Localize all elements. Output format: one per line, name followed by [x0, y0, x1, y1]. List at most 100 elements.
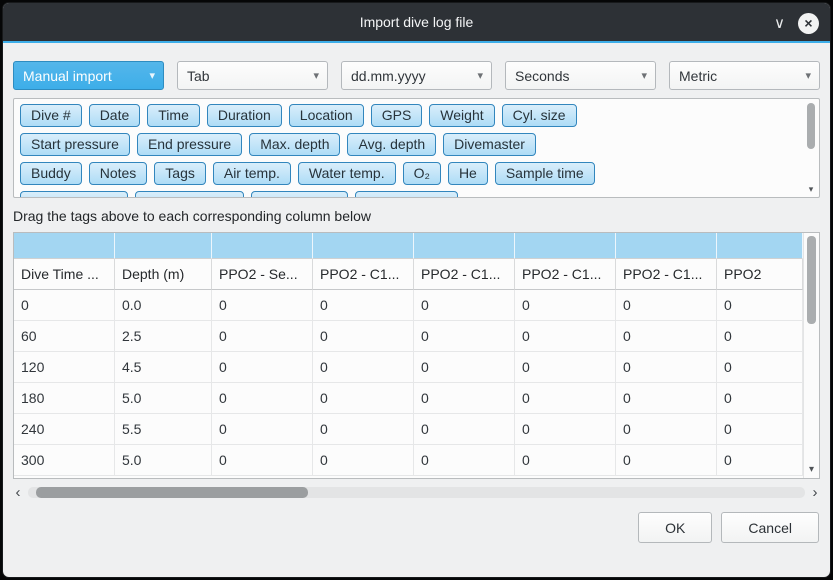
drag-tag[interactable]: Dive #	[20, 104, 82, 127]
drag-tag[interactable]: Location	[289, 104, 364, 127]
titlebar[interactable]: Import dive log file ∨ ×	[3, 3, 830, 43]
ok-button[interactable]: OK	[638, 512, 712, 543]
drag-tag[interactable]: Sample depth	[20, 191, 128, 198]
table-cell: 0	[717, 414, 803, 445]
column-drop-target[interactable]	[515, 233, 616, 259]
table-cell: 0	[515, 321, 616, 352]
table-cell: 0	[414, 414, 515, 445]
chevron-down-icon: ▾	[641, 69, 647, 82]
column-header[interactable]: PPO2	[717, 259, 803, 290]
table-cell: 0	[414, 321, 515, 352]
drag-tag[interactable]: Sample CNS	[355, 191, 458, 198]
tag-area-scrollbar[interactable]: ▾	[805, 101, 817, 195]
scrollbar-thumb[interactable]	[36, 487, 308, 498]
drag-tag[interactable]: Buddy	[20, 162, 82, 185]
drag-tag[interactable]: Avg. depth	[347, 133, 436, 156]
drag-tag[interactable]: Sample time	[495, 162, 595, 185]
table-body: 00.0000000602.50000001204.50000001805.00…	[14, 290, 803, 476]
drag-tag[interactable]: Date	[89, 104, 141, 127]
column-drop-target[interactable]	[717, 233, 803, 259]
cancel-button[interactable]: Cancel	[721, 512, 819, 543]
drag-tag[interactable]: GPS	[371, 104, 423, 127]
table-cell: 0	[717, 290, 803, 321]
table-cell: 0	[616, 290, 717, 321]
table-row: 00.0000000	[14, 290, 803, 321]
drag-tag[interactable]: Time	[147, 104, 200, 127]
drag-tag[interactable]: Tags	[154, 162, 206, 185]
table-row: 1204.5000000	[14, 352, 803, 383]
column-header[interactable]: Dive Time ...	[14, 259, 115, 290]
scroll-down-icon[interactable]: ▾	[805, 184, 817, 195]
table-cell: 5.0	[115, 383, 212, 414]
drag-tag[interactable]: Notes	[89, 162, 148, 185]
table-cell: 0	[212, 352, 313, 383]
combo-import-mode[interactable]: Manual import▾	[13, 61, 164, 90]
table-cell: 0	[313, 414, 414, 445]
column-header[interactable]: PPO2 - C1...	[313, 259, 414, 290]
table-row: 3005.0000000	[14, 445, 803, 476]
column-header[interactable]: PPO2 - C1...	[414, 259, 515, 290]
drag-tag[interactable]: End pressure	[137, 133, 242, 156]
column-drop-target[interactable]	[14, 233, 115, 259]
combo-date-format[interactable]: dd.mm.yyyy▾	[341, 61, 492, 90]
column-drop-target[interactable]	[115, 233, 212, 259]
column-drop-target[interactable]	[616, 233, 717, 259]
table-cell: 0	[515, 445, 616, 476]
column-drop-target[interactable]	[212, 233, 313, 259]
drag-tag[interactable]: Water temp.	[298, 162, 396, 185]
combo-duration-format[interactable]: Seconds▾	[505, 61, 656, 90]
drag-tag[interactable]: Sample pO₂	[251, 191, 348, 198]
drag-tag[interactable]: He	[448, 162, 488, 185]
drag-tag[interactable]: Start pressure	[20, 133, 130, 156]
horizontal-scrollbar[interactable]: ‹ ›	[13, 485, 820, 499]
table-cell: 0	[616, 383, 717, 414]
close-button[interactable]: ×	[798, 13, 819, 34]
table-row: 602.5000000	[14, 321, 803, 352]
drag-tag[interactable]: Cyl. size	[502, 104, 577, 127]
scroll-left-icon[interactable]: ‹	[13, 486, 23, 499]
table-cell: 5.5	[115, 414, 212, 445]
drag-tag[interactable]: Max. depth	[249, 133, 340, 156]
column-header[interactable]: PPO2 - C1...	[616, 259, 717, 290]
combo-field-separator[interactable]: Tab▾	[177, 61, 328, 90]
scroll-down-icon[interactable]: ▾	[804, 464, 819, 475]
combo-value: Manual import	[23, 68, 112, 84]
chevron-down-icon: ▾	[477, 69, 483, 82]
table-cell: 0	[515, 383, 616, 414]
column-header[interactable]: PPO2 - Se...	[212, 259, 313, 290]
drag-tag[interactable]: O₂	[403, 162, 441, 185]
column-header[interactable]: Depth (m)	[115, 259, 212, 290]
scrollbar-track[interactable]	[28, 487, 805, 498]
drag-tag[interactable]: Weight	[429, 104, 494, 127]
scrollbar-thumb[interactable]	[807, 103, 815, 149]
scrollbar-thumb[interactable]	[807, 236, 816, 324]
button-row: OK Cancel	[13, 512, 820, 543]
table-cell: 0	[616, 321, 717, 352]
tag-row: Dive # Date Time Duration Location GPS Weight C…	[20, 104, 795, 127]
chevron-down-icon: ▾	[805, 69, 811, 82]
drag-tag[interactable]: Divemaster	[443, 133, 536, 156]
drag-tag[interactable]: Air temp.	[213, 162, 291, 185]
table-cell: 5.0	[115, 445, 212, 476]
table-scrollbar[interactable]: ▾	[803, 233, 819, 478]
table-cell: 0	[212, 414, 313, 445]
chevron-down-icon[interactable]: ∨	[774, 16, 785, 31]
table-grid: Dive Time ...Depth (m)PPO2 - Se...PPO2 -…	[14, 233, 803, 478]
column-drop-target[interactable]	[313, 233, 414, 259]
drag-tag[interactable]: Sample temp.	[135, 191, 243, 198]
column-header[interactable]: PPO2 - C1...	[515, 259, 616, 290]
scroll-right-icon[interactable]: ›	[810, 486, 820, 499]
import-dialog-window: Import dive log file ∨ × Manual import▾T…	[3, 3, 830, 577]
table-cell: 0	[313, 290, 414, 321]
table-cell: 0	[212, 321, 313, 352]
column-drop-target[interactable]	[414, 233, 515, 259]
combo-units[interactable]: Metric▾	[669, 61, 820, 90]
drag-tag[interactable]: Duration	[207, 104, 282, 127]
table-cell: 0	[616, 414, 717, 445]
tag-row: Sample depth Sample temp. Sample pO₂ Sample…	[20, 191, 795, 198]
tag-rows: Dive # Date Time Duration Location GPS Weight C…	[14, 99, 819, 198]
table-cell: 0	[313, 383, 414, 414]
table-cell: 0	[616, 445, 717, 476]
table-cell: 0	[515, 352, 616, 383]
table-cell: 300	[14, 445, 115, 476]
